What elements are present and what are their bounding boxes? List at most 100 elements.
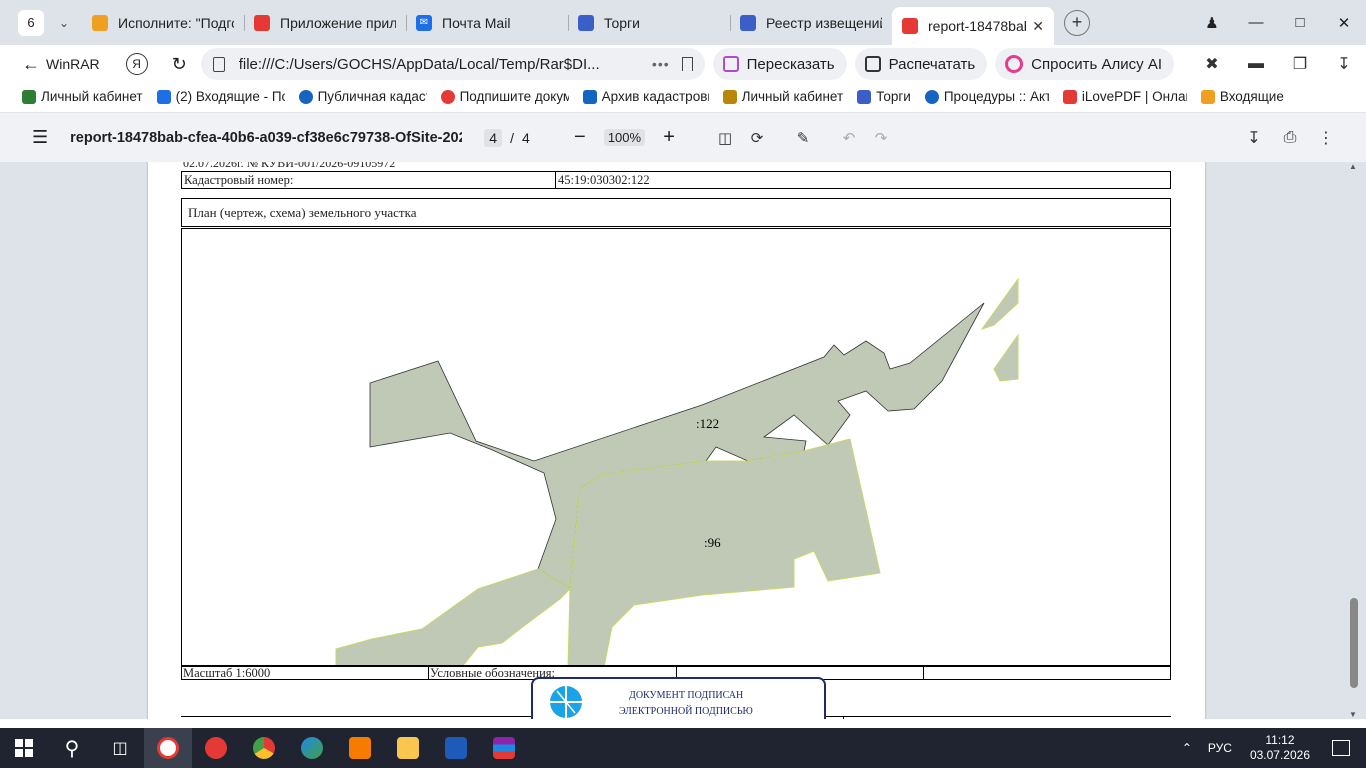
folder-icon bbox=[397, 737, 419, 759]
page-separator: / bbox=[510, 129, 515, 146]
bookmark-item[interactable]: Подпишите документ bbox=[440, 89, 569, 104]
taskbar-explorer[interactable] bbox=[384, 728, 432, 768]
plan-drawing: :122 :96 bbox=[181, 228, 1171, 666]
tab-report[interactable]: report-18478bab ✕ bbox=[892, 7, 1054, 45]
bookmark-item[interactable]: (2) Входящие - Почта bbox=[156, 89, 285, 104]
stamp-line-2: ЭЛЕКТРОННОЙ ПОДПИСЬЮ bbox=[619, 706, 753, 717]
taskbar-media-player[interactable] bbox=[336, 728, 384, 768]
search-button[interactable]: ⚲ bbox=[48, 728, 96, 768]
bookmark-item[interactable]: Процедуры :: Актив bbox=[924, 89, 1049, 104]
system-tray: ⌃ РУС 11:12 03.07.2026 bbox=[1182, 728, 1366, 768]
close-window-icon[interactable]: ✕ bbox=[1322, 14, 1366, 32]
taskbar-winrar[interactable] bbox=[480, 728, 528, 768]
task-view-icon: ◫ bbox=[112, 740, 128, 757]
heart-icon bbox=[1062, 89, 1077, 104]
chevron-down-icon[interactable]: ⌄ bbox=[50, 9, 78, 37]
tab-ispolnite[interactable]: Исполните: "Подготовка bbox=[82, 5, 244, 41]
tab-prilozhenie[interactable]: Приложение приложение bbox=[244, 5, 406, 41]
plan-title: План (чертеж, схема) земельного участка bbox=[181, 198, 1171, 227]
emblem-icon bbox=[857, 89, 872, 104]
ask-alice-button[interactable]: Спросить Алису AI bbox=[995, 48, 1174, 80]
page-indicator: 4 / 4 bbox=[484, 128, 530, 147]
redo-icon[interactable]: ↷ bbox=[865, 129, 897, 147]
new-tab-button[interactable]: + bbox=[1064, 9, 1090, 36]
more-dots-icon[interactable]: ••• bbox=[652, 56, 670, 72]
bookmark-item[interactable]: Архив кадастровых bbox=[582, 89, 709, 104]
tab-reestr[interactable]: Реестр извещений bbox=[730, 5, 892, 41]
menu-icon[interactable]: ☰ bbox=[32, 127, 48, 148]
notification-icon[interactable] bbox=[1332, 740, 1350, 756]
table-divider bbox=[843, 717, 844, 719]
back-button[interactable]: ← WinRAR bbox=[22, 54, 100, 75]
bookmark-item[interactable]: Публичная кадастровая bbox=[298, 89, 427, 104]
mail-icon: ✉ bbox=[416, 14, 432, 31]
print-button[interactable]: Распечатать bbox=[854, 48, 988, 80]
zoom-out-button[interactable]: − bbox=[568, 126, 592, 149]
chevron-up-icon[interactable]: ⌃ bbox=[1182, 741, 1192, 755]
tab-favicon-icon bbox=[92, 14, 108, 31]
download-icon[interactable]: ↧ bbox=[1236, 128, 1272, 148]
maximize-icon[interactable]: □ bbox=[1278, 14, 1322, 31]
language-indicator[interactable]: РУС bbox=[1208, 741, 1232, 755]
taskbar-yandex[interactable] bbox=[192, 728, 240, 768]
page-input[interactable]: 4 bbox=[484, 128, 503, 147]
yandex-button[interactable]: Я bbox=[125, 53, 148, 75]
undo-icon[interactable]: ↶ bbox=[833, 129, 865, 147]
bookmark-label: Подпишите документ bbox=[459, 89, 569, 104]
cadastral-row: Кадастровый номер: 45:19:030302:122 bbox=[181, 172, 1171, 189]
scrollbar-thumb[interactable] bbox=[1350, 598, 1358, 688]
rotate-icon[interactable]: ⟳ bbox=[741, 129, 773, 147]
pdf-tools: ◫ ⟳ ✎ ↶ ↷ bbox=[709, 129, 897, 147]
bookmark-icon[interactable] bbox=[681, 57, 693, 71]
taskbar-chrome[interactable] bbox=[240, 728, 288, 768]
printer-icon[interactable]: ⎙ bbox=[1272, 129, 1308, 147]
bookmark-item[interactable]: iLovePDF | Онлайн bbox=[1062, 89, 1187, 104]
zoom-value[interactable]: 100% bbox=[603, 129, 646, 146]
draw-icon[interactable]: ✎ bbox=[787, 129, 819, 147]
scroll-up-icon[interactable]: ▲ bbox=[1349, 162, 1357, 171]
zoom-in-button[interactable]: + bbox=[657, 126, 681, 149]
bookmark-item[interactable]: Торги bbox=[857, 89, 911, 104]
pdf-viewport[interactable]: 02.07.2026г. № КУВИ-001/2026-09105972 Ка… bbox=[0, 162, 1366, 719]
bookmark-label: Публичная кадастровая bbox=[317, 89, 427, 104]
bookmark-favicon-icon bbox=[22, 89, 36, 104]
retell-button[interactable]: Пересказать bbox=[712, 48, 847, 80]
taskbar-word[interactable] bbox=[432, 728, 480, 768]
cadastral-label: Кадастровый номер: bbox=[182, 172, 556, 188]
pdf-actions: ↧ ⎙ ⋮ bbox=[1236, 113, 1344, 163]
profile-icon[interactable]: ♟ bbox=[1190, 14, 1234, 32]
start-button[interactable] bbox=[0, 728, 48, 768]
taskbar-yandex-browser[interactable] bbox=[144, 728, 192, 768]
clock[interactable]: 11:12 03.07.2026 bbox=[1250, 733, 1310, 763]
extension-k-icon[interactable]: ✖ bbox=[1190, 54, 1234, 74]
zoom-controls: − 100% + bbox=[568, 126, 681, 149]
bookmark-item[interactable]: Личный кабинет bbox=[722, 89, 843, 104]
vertical-scrollbar[interactable]: ▲ ▼ bbox=[1349, 162, 1358, 719]
page-total: 4 bbox=[522, 129, 530, 146]
tab-mail[interactable]: ✉ Почта Mail bbox=[406, 5, 568, 41]
retell-label: Пересказать bbox=[746, 55, 835, 73]
chrome-icon bbox=[253, 737, 275, 759]
tab-count-badge[interactable]: 6 bbox=[18, 9, 44, 36]
reload-icon[interactable]: ↻ bbox=[172, 54, 187, 75]
more-vert-icon[interactable]: ⋮ bbox=[1308, 128, 1344, 148]
download-icon[interactable]: ↧ bbox=[1322, 54, 1366, 74]
scroll-down-icon[interactable]: ▼ bbox=[1349, 710, 1357, 719]
tab-title: Исполните: "Подготовка bbox=[118, 14, 234, 31]
alice-icon bbox=[1005, 55, 1024, 73]
url-field[interactable]: file:///C:/Users/GOCHS/AppData/Local/Tem… bbox=[200, 48, 705, 80]
bookmark-item[interactable]: Личный кабинет bbox=[22, 89, 143, 104]
mail-icon bbox=[156, 89, 171, 104]
close-icon[interactable]: ✕ bbox=[1032, 18, 1044, 35]
task-view-button[interactable]: ◫ bbox=[96, 728, 144, 768]
collections-icon[interactable]: ❐ bbox=[1278, 54, 1322, 74]
bookmark-item[interactable]: Входящие bbox=[1200, 89, 1284, 104]
tab-title: Почта Mail bbox=[442, 14, 511, 31]
tab-title: Приложение приложение bbox=[280, 14, 396, 31]
extension-hat-icon[interactable]: ▬ bbox=[1234, 55, 1278, 73]
tab-torgi[interactable]: Торги bbox=[568, 5, 730, 41]
fit-page-icon[interactable]: ◫ bbox=[709, 129, 741, 147]
parcel-fragment-shape bbox=[980, 277, 1019, 330]
taskbar-edge[interactable] bbox=[288, 728, 336, 768]
minimize-icon[interactable]: — bbox=[1234, 14, 1278, 31]
